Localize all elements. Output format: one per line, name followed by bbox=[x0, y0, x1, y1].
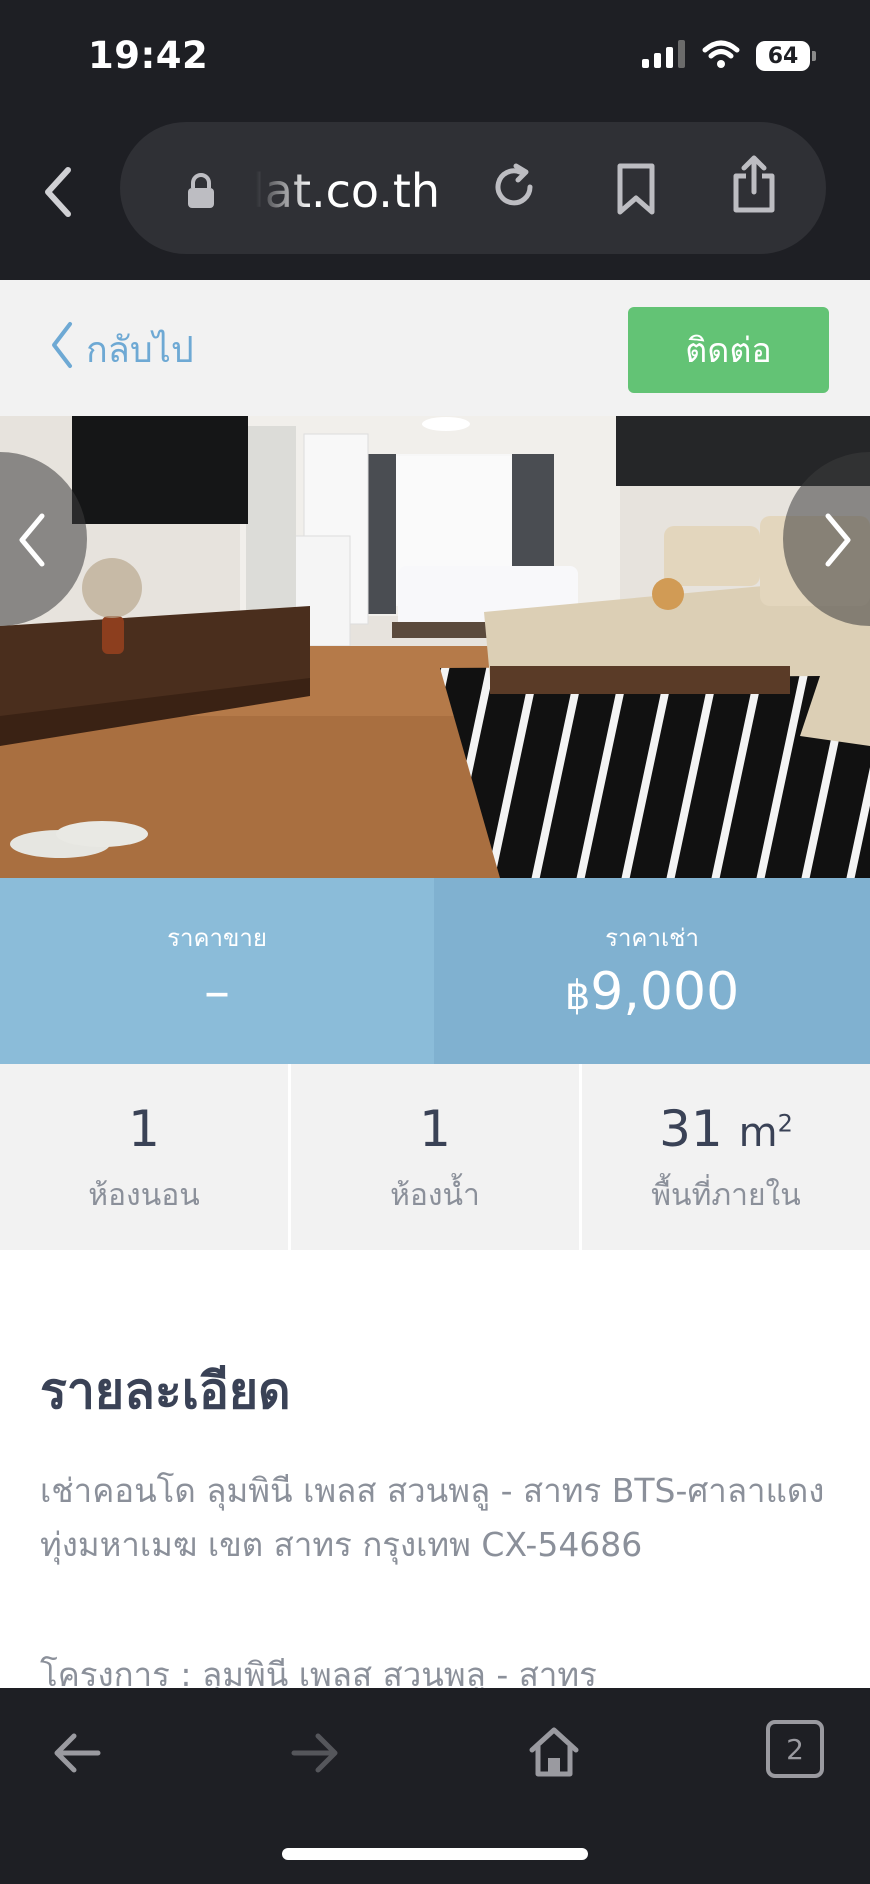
listing-photo bbox=[0, 416, 870, 878]
rent-price-label: ราคาเช่า bbox=[605, 924, 699, 952]
room-photo-illustration bbox=[0, 416, 870, 878]
toolbar-forward-icon[interactable] bbox=[290, 1730, 340, 1780]
carousel-next-icon bbox=[818, 510, 858, 574]
area-unit-base: m bbox=[738, 1110, 778, 1156]
home-indicator bbox=[282, 1848, 588, 1860]
stat-bedrooms: 1 ห้องนอน bbox=[0, 1064, 288, 1250]
bathrooms-value: 1 bbox=[419, 1100, 451, 1158]
bathrooms-label: ห้องน้ำ bbox=[390, 1178, 480, 1213]
browser-toolbar: 2 bbox=[0, 1688, 870, 1884]
wifi-icon bbox=[702, 40, 740, 72]
page-header: กลับไป ติดต่อ bbox=[0, 280, 870, 416]
bookmark-icon[interactable] bbox=[614, 162, 658, 220]
sale-price-value: – bbox=[204, 962, 230, 1022]
browser-back-icon[interactable] bbox=[38, 162, 78, 222]
area-label: พื้นที่ภายใน bbox=[651, 1178, 801, 1213]
url-fade bbox=[242, 152, 312, 222]
lock-icon bbox=[186, 172, 216, 214]
rent-price-panel: ราคาเช่า ฿9,000 bbox=[434, 878, 870, 1064]
back-link[interactable]: กลับไป bbox=[48, 320, 194, 379]
area-value-row: 31 m2 bbox=[582, 1100, 870, 1158]
status-bar: 19:42 64 bbox=[0, 0, 870, 110]
status-time: 19:42 bbox=[88, 34, 209, 77]
details-title: รายละเอียด bbox=[40, 1362, 291, 1420]
battery-indicator: 64 bbox=[756, 41, 816, 71]
currency-symbol: ฿ bbox=[564, 973, 591, 1019]
toolbar-back-icon[interactable] bbox=[52, 1730, 102, 1780]
signal-icon bbox=[642, 40, 686, 72]
area-unit: m2 bbox=[739, 1110, 793, 1156]
status-indicators: 64 bbox=[642, 40, 816, 72]
chevron-left-icon bbox=[48, 320, 74, 379]
stat-area: 31 m2 พื้นที่ภายใน bbox=[579, 1064, 870, 1250]
area-value: 31 bbox=[659, 1100, 723, 1158]
contact-button[interactable]: ติดต่อ bbox=[628, 307, 829, 393]
details-description: เช่าคอนโด ลุมพินี เพลส สวนพลู - สาทร BTS… bbox=[40, 1471, 825, 1564]
share-icon[interactable] bbox=[730, 154, 778, 218]
reload-icon[interactable] bbox=[490, 162, 538, 216]
browser-bar: lat.co.th bbox=[0, 110, 870, 280]
carousel-prev-icon bbox=[12, 510, 52, 574]
sale-price-panel: ราคาขาย – bbox=[0, 878, 434, 1064]
toolbar-home-icon[interactable] bbox=[528, 1726, 580, 1782]
sale-price-label: ราคาขาย bbox=[167, 924, 267, 952]
rent-price-row: ฿9,000 bbox=[434, 962, 870, 1022]
area-unit-sup: 2 bbox=[777, 1109, 793, 1138]
back-link-label: กลับไป bbox=[86, 330, 194, 371]
bedrooms-label: ห้องนอน bbox=[88, 1178, 200, 1213]
rent-price-value: 9,000 bbox=[590, 962, 740, 1022]
stat-bathrooms: 1 ห้องน้ำ bbox=[288, 1064, 579, 1250]
toolbar-tabs-button[interactable]: 2 bbox=[766, 1720, 824, 1778]
property-stats: 1 ห้องนอน 1 ห้องน้ำ 31 m2 พื้นที่ภายใน bbox=[0, 1064, 870, 1250]
bedrooms-value: 1 bbox=[128, 1100, 160, 1158]
address-bar[interactable]: lat.co.th bbox=[120, 122, 826, 254]
